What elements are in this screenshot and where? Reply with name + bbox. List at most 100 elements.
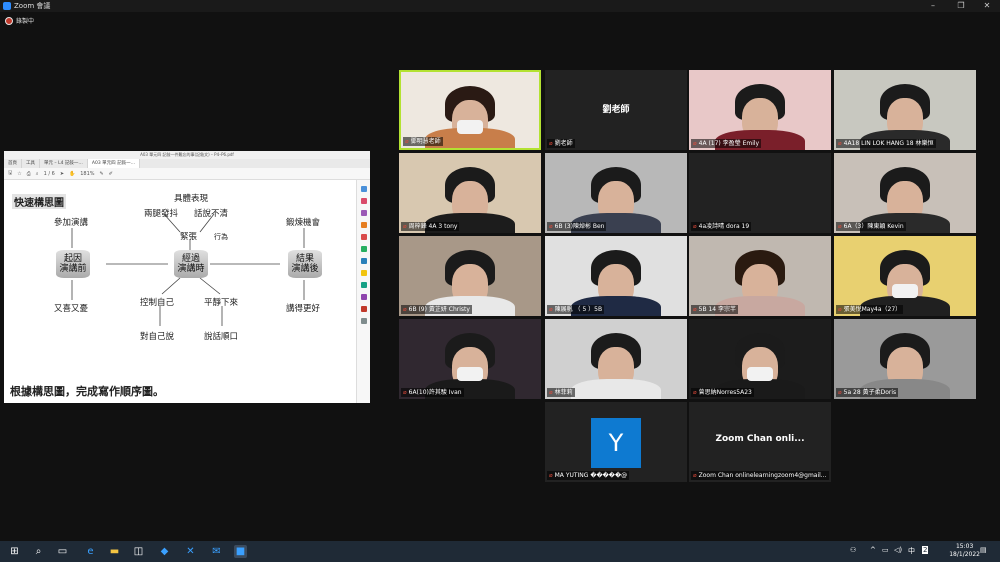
- tool-icon[interactable]: [360, 306, 367, 312]
- close-button[interactable]: ✕: [976, 0, 998, 12]
- result-cylinder: 結果 演講後: [288, 250, 322, 278]
- file-explorer-icon[interactable]: ▬: [108, 545, 121, 558]
- participant-tile[interactable]: ⌀ 5B 14 李宗芊: [689, 236, 831, 316]
- search-icon[interactable]: ⌕: [36, 171, 39, 177]
- participant-name-label: ⌀ 6A（3）陳東穎 Kevin: [836, 222, 906, 231]
- windows-start-icon[interactable]: ⊞: [8, 545, 21, 558]
- dropbox-icon[interactable]: ◆: [158, 545, 171, 558]
- participant-tile[interactable]: ⌀ 曾思納Norres5A23: [689, 319, 831, 399]
- tool-icon[interactable]: [360, 258, 367, 264]
- mic-muted-icon: ⌀: [838, 223, 842, 230]
- participant-avatar: Y: [591, 418, 641, 468]
- participant-name: 5a 28 黃子柔Doris: [843, 389, 897, 396]
- tab-home[interactable]: 首頁: [4, 159, 22, 168]
- page-indicator[interactable]: 1 / 6: [44, 171, 55, 177]
- clock-time: 15:03: [955, 543, 974, 550]
- participant-name: 6B (9) 黃芷妍 Christy: [408, 306, 470, 313]
- participant-tile[interactable]: ⌀ 6B (3)陳焯彬 Ben: [545, 153, 687, 233]
- participant-tile[interactable]: ⌀ 4A (17) 李盈瑩 Emily: [689, 70, 831, 150]
- participant-tile[interactable]: ⌀ 6A(10)許其駿 Ivan: [399, 319, 541, 399]
- participant-tile[interactable]: ⌀ 鄧明慧老師: [399, 70, 541, 150]
- system-clock[interactable]: 15:03 18/1/2022: [949, 543, 980, 559]
- participant-tile[interactable]: ⌀ 林菲莉: [545, 319, 687, 399]
- tab-doc-1[interactable]: 單元 – L4 記敍一…: [40, 159, 88, 168]
- node-cause-top: 參加演講: [54, 218, 89, 228]
- participant-name: 6A(10)許其駿 Ivan: [408, 389, 462, 396]
- node-action: 行為: [214, 233, 228, 241]
- tool-icon[interactable]: [360, 210, 367, 216]
- tool-icon[interactable]: [360, 270, 367, 276]
- mic-muted-icon: ⌀: [549, 140, 553, 147]
- edge-icon[interactable]: e: [84, 545, 97, 558]
- tool-icon[interactable]: [360, 198, 367, 204]
- task-view-icon[interactable]: ▭: [56, 545, 69, 558]
- vscode-icon[interactable]: ✕: [184, 545, 197, 558]
- participant-name-label: ⌀ 陳展帆 （ 5 ）5B: [547, 305, 605, 314]
- participant-tile[interactable]: ⌀ 4a凌詩晴 dora 19: [689, 153, 831, 233]
- diagram-title: 快速構思圖: [12, 194, 66, 209]
- zoom-level[interactable]: 181%: [80, 171, 94, 177]
- participant-shirt: [571, 379, 661, 399]
- star-icon[interactable]: ☆: [17, 171, 21, 177]
- pdf-side-tools: [356, 180, 370, 403]
- tool-icon[interactable]: [360, 282, 367, 288]
- mic-muted-icon: ⌀: [549, 389, 553, 396]
- tab-tools[interactable]: 工具: [22, 159, 40, 168]
- participant-tile[interactable]: ⌀ 6A（3）陳東穎 Kevin: [834, 153, 976, 233]
- chevron-up-icon[interactable]: ^: [870, 546, 876, 554]
- record-icon: [5, 16, 13, 25]
- participant-name-label: ⌀ 鄧明慧老師: [403, 137, 443, 146]
- print-icon[interactable]: ⎙: [27, 171, 31, 177]
- participant-tile[interactable]: 劉老師 ⌀ 劉老師: [545, 70, 687, 150]
- participant-name: 6A（3）陳東穎 Kevin: [843, 223, 904, 230]
- node-calm: 平靜下來: [204, 298, 239, 308]
- volume-icon[interactable]: ◁): [894, 546, 902, 554]
- hand-icon[interactable]: ✋: [69, 171, 75, 177]
- minimize-button[interactable]: –: [922, 0, 944, 12]
- participant-tile[interactable]: ⌀ 周梓鋒 4A 3 tony: [399, 153, 541, 233]
- participant-tile[interactable]: ⌀ 陳展帆 （ 5 ）5B: [545, 236, 687, 316]
- zoom-taskbar-icon[interactable]: ■: [234, 545, 247, 558]
- mic-muted-icon: ⌀: [693, 389, 697, 396]
- participant-name: 劉老師: [554, 140, 573, 147]
- people-icon[interactable]: ⚇: [850, 546, 856, 554]
- tool-icon[interactable]: [360, 234, 367, 240]
- input-language[interactable]: 中: [908, 546, 915, 556]
- store-icon[interactable]: ◫: [132, 545, 145, 558]
- face-mask: [457, 367, 483, 381]
- action-center-icon[interactable]: ▤: [980, 546, 987, 554]
- mic-muted-icon: ⌀: [693, 472, 697, 479]
- tool-icon[interactable]: [360, 222, 367, 228]
- tool-icon[interactable]: [360, 294, 367, 300]
- tool-icon[interactable]: [360, 318, 367, 324]
- tool-icon[interactable]: [360, 246, 367, 252]
- participant-tile[interactable]: Zoom Chan onli... ⌀ Zoom Chan onlinelearni…: [689, 402, 831, 482]
- search-icon[interactable]: ⌕: [32, 545, 45, 558]
- notification-badge[interactable]: 2: [922, 546, 929, 554]
- participant-name: 4A18 LIN LOK HANG 18 林樂恒: [843, 140, 934, 147]
- participant-name-label: ⌀ 4a凌詩晴 dora 19: [691, 222, 752, 231]
- maximize-button[interactable]: ❐: [950, 0, 972, 12]
- diagram-footer: 根據構思圖，完成寫作順序圖。: [10, 385, 164, 398]
- comment-icon[interactable]: ✎: [100, 171, 104, 177]
- recording-indicator[interactable]: 錄製中: [5, 16, 34, 25]
- participant-tile[interactable]: ⌀ 4A18 LIN LOK HANG 18 林樂恒: [834, 70, 976, 150]
- highlight-icon[interactable]: ✐: [109, 171, 113, 177]
- participant-tile[interactable]: ⌀ 6B (9) 黃芷妍 Christy: [399, 236, 541, 316]
- save-icon[interactable]: 🖫: [8, 170, 12, 178]
- network-icon[interactable]: ▭: [882, 546, 889, 554]
- participant-tile[interactable]: Y ⌀ MA YUTING �����@: [545, 402, 687, 482]
- cursor-icon[interactable]: ➤: [60, 171, 64, 177]
- mic-muted-icon: ⌀: [403, 306, 407, 313]
- participant-tile[interactable]: ⌀ 張美悅May4a（27）: [834, 236, 976, 316]
- participant-name-label: ⌀ 5B 14 李宗芊: [691, 305, 739, 314]
- recording-label: 錄製中: [16, 18, 35, 25]
- mail-icon[interactable]: ✉: [210, 545, 223, 558]
- participant-name: 周梓鋒 4A 3 tony: [408, 223, 458, 230]
- tab-doc-2[interactable]: A03 單元四 記敍一…: [87, 159, 141, 168]
- participant-name: Zoom Chan onlinelearningzoom4@gmail...: [698, 472, 827, 479]
- participant-name: 林菲莉: [554, 389, 573, 396]
- tool-icon[interactable]: [360, 186, 367, 192]
- participant-name-label: ⌀ Zoom Chan onlinelearningzoom4@gmail...: [691, 471, 829, 480]
- participant-tile[interactable]: ⌀ 5a 28 黃子柔Doris: [834, 319, 976, 399]
